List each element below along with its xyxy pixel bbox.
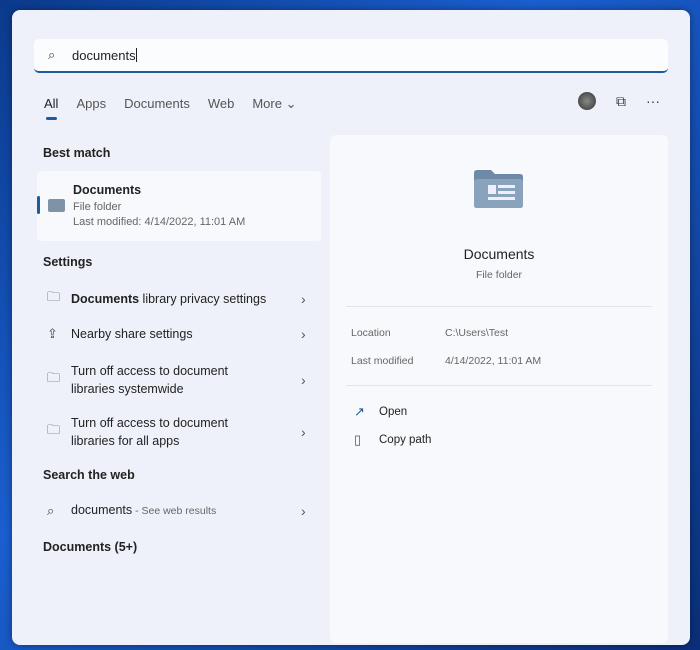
tab-apps[interactable]: Apps (76, 96, 106, 112)
detail-type: File folder (475, 269, 523, 281)
settings-heading: Settings (43, 255, 93, 269)
chevron-right-icon: › (301, 424, 306, 440)
best-match-heading: Best match (43, 146, 111, 160)
avatar[interactable] (578, 92, 596, 110)
filter-tabs: All Apps Documents Web More ⌄ (44, 96, 296, 120)
tab-more[interactable]: More ⌄ (252, 96, 296, 112)
location-value: C:\Users\Test (445, 327, 509, 339)
location-label: Location (351, 327, 391, 339)
search-web-heading: Search the web (43, 468, 135, 482)
search-input[interactable]: ⌕ documents (34, 39, 668, 73)
library-settings-icon: 🗀 (47, 370, 61, 385)
modified-value: 4/14/2022, 11:01 AM (445, 355, 542, 367)
tab-documents[interactable]: Documents (124, 96, 190, 112)
devices-icon[interactable]: ⧉ (616, 93, 626, 110)
detail-pane: Documents File folder Location C:\Users\T… (330, 135, 668, 643)
library-settings-icon: 🗀 (47, 289, 61, 304)
open-action[interactable]: ↗ Open (354, 404, 407, 420)
settings-item[interactable]: 🗀 Documents library privacy settings › (37, 288, 321, 310)
chevron-right-icon: › (301, 291, 306, 307)
start-search-panel: ⌕ documents All Apps Documents Web More … (12, 10, 690, 645)
chevron-right-icon: › (301, 502, 306, 519)
best-match-type: File folder (73, 201, 122, 213)
best-match-modified: Last modified: 4/14/2022, 11:01 AM (73, 216, 246, 228)
settings-item[interactable]: 🗀 Turn off access to document libraries … (37, 362, 321, 398)
copy-path-action[interactable]: ▯ Copy path (354, 432, 431, 448)
tab-web[interactable]: Web (208, 96, 235, 112)
settings-item[interactable]: ⇪ Nearby share settings › (37, 325, 321, 343)
chevron-right-icon: › (301, 372, 306, 388)
open-external-icon: ↗ (354, 404, 365, 419)
documents-more-heading[interactable]: Documents (5+) (43, 540, 137, 554)
chevron-right-icon: › (301, 326, 306, 342)
search-value: documents (72, 47, 136, 63)
tab-all[interactable]: All (44, 96, 58, 120)
modified-label: Last modified (351, 355, 414, 367)
search-icon: ⌕ (48, 47, 56, 62)
share-icon: ⇪ (47, 326, 58, 341)
more-options-icon[interactable]: ··· (646, 93, 660, 109)
web-search-item[interactable]: ⌕ documents - See web results › (37, 501, 321, 520)
search-icon: ⌕ (47, 502, 55, 518)
folder-icon (48, 199, 65, 212)
best-match-title: Documents (73, 183, 142, 197)
library-settings-icon: 🗀 (47, 422, 61, 437)
copy-icon: ▯ (354, 432, 362, 447)
best-match-item[interactable]: Documents File folder Last modified: 4/1… (37, 171, 321, 241)
detail-title: Documents (463, 246, 535, 262)
folder-icon (474, 170, 523, 208)
settings-item[interactable]: 🗀 Turn off access to document libraries … (37, 414, 321, 450)
